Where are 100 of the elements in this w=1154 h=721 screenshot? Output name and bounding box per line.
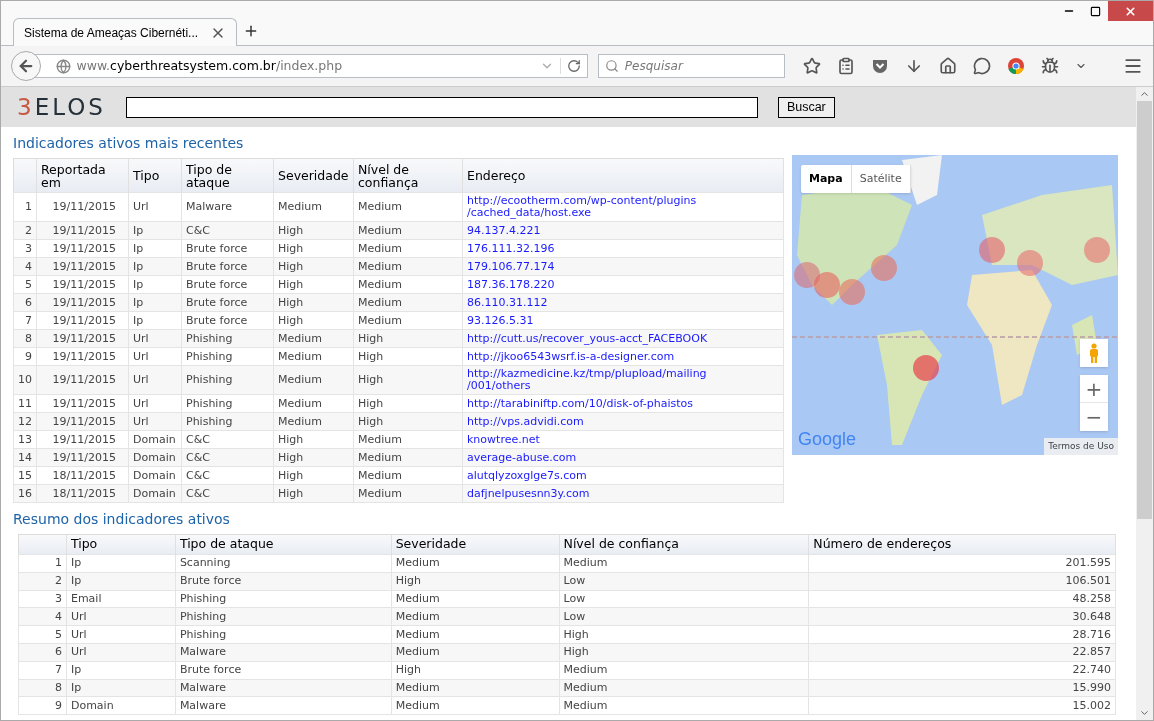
bug-icon[interactable] xyxy=(1041,57,1059,75)
table-cell: Ip xyxy=(66,679,176,697)
table-cell: Url xyxy=(128,394,182,413)
row-number: 4 xyxy=(18,607,67,626)
column-header[interactable]: Severidade xyxy=(391,534,560,555)
address-link[interactable]: average-abuse.com xyxy=(462,448,784,467)
scrollbar[interactable] xyxy=(1136,87,1153,720)
maximize-icon xyxy=(1089,5,1101,17)
table-cell: Ip xyxy=(66,661,176,680)
column-header[interactable]: Tipo xyxy=(66,534,176,555)
column-header[interactable]: Tipo de ataque xyxy=(175,534,392,555)
map-type-tab[interactable]: Satélite xyxy=(851,165,911,193)
browser-tab[interactable]: Sistema de Ameaças Cibernéti... xyxy=(13,18,237,46)
column-header[interactable]: Reportada em xyxy=(36,158,129,193)
table-cell: Ip xyxy=(128,311,182,330)
table-cell: 19/11/2015 xyxy=(36,239,129,258)
address-link[interactable]: 179.106.77.174 xyxy=(462,257,784,276)
table-cell: 22.740 xyxy=(808,661,1116,680)
table-cell: Url xyxy=(128,347,182,366)
logo: 3 ELOS xyxy=(17,95,106,119)
column-header[interactable]: Severidade xyxy=(273,158,354,193)
address-link[interactable]: 176.111.32.196 xyxy=(462,239,784,258)
table-cell: Medium xyxy=(353,192,463,222)
table-cell: Brute force xyxy=(181,257,274,276)
column-header[interactable]: Nível de confiança xyxy=(559,534,809,555)
column-header[interactable]: Endereço xyxy=(462,158,784,193)
table-cell: High xyxy=(273,466,354,485)
row-number: 8 xyxy=(13,329,37,348)
address-link[interactable]: 86.110.31.112 xyxy=(462,293,784,312)
table-cell: Scanning xyxy=(175,554,392,573)
address-bar[interactable]: www.cyberthreatsystem.com.br/index.php xyxy=(34,54,588,78)
table-cell: High xyxy=(353,412,463,431)
row-number: 4 xyxy=(13,257,37,276)
address-link[interactable]: http://jkoo6543wsrf.is-a-designer.com xyxy=(462,347,784,366)
search-button[interactable]: Buscar xyxy=(777,96,835,118)
table-cell: High xyxy=(559,643,809,662)
table-cell: Medium xyxy=(353,448,463,467)
table-cell: High xyxy=(353,365,463,395)
menu-icon[interactable] xyxy=(1123,56,1143,76)
table-cell: Ip xyxy=(128,293,182,312)
new-tab-icon[interactable] xyxy=(243,23,259,39)
zoom-in-button[interactable]: + xyxy=(1080,375,1108,403)
table-cell: 201.595 xyxy=(808,554,1116,573)
home-icon[interactable] xyxy=(939,57,957,75)
reload-icon[interactable] xyxy=(566,59,581,73)
table-cell: 19/11/2015 xyxy=(36,192,129,222)
table-cell: Domain xyxy=(128,448,182,467)
table-cell: Medium xyxy=(391,679,560,697)
table-cell: Ip xyxy=(128,275,182,294)
table-cell: Medium xyxy=(391,643,560,662)
table-cell: High xyxy=(273,221,354,240)
row-number: 11 xyxy=(13,394,37,413)
table-cell: High xyxy=(353,329,463,348)
pocket-icon[interactable] xyxy=(871,57,889,75)
address-link[interactable]: http://kazmedicine.kz/tmp/plupload/mailing /001/others xyxy=(462,365,784,395)
search-input[interactable]: Pesquisar xyxy=(624,57,775,75)
address-link[interactable]: 93.126.5.31 xyxy=(462,311,784,330)
address-link[interactable]: 94.137.4.221 xyxy=(462,221,784,240)
clipboard-list-icon[interactable] xyxy=(837,57,855,75)
download-icon[interactable] xyxy=(905,57,923,75)
address-link[interactable]: knowtree.net xyxy=(462,430,784,449)
search-input[interactable] xyxy=(125,96,758,118)
table-cell: 18/11/2015 xyxy=(36,466,129,485)
map-type-tab[interactable]: Mapa xyxy=(801,165,852,193)
map-panel[interactable]: Mapa Satélite + − Google Termos de Uso xyxy=(792,155,1118,455)
address-link[interactable]: alutqlyzoxglge7s.com xyxy=(462,466,784,485)
browser-logo-icon[interactable] xyxy=(1007,57,1025,75)
table-cell: High xyxy=(353,347,463,366)
table-cell: Phishing xyxy=(181,347,274,366)
zoom-out-button[interactable]: − xyxy=(1080,403,1108,431)
star-icon[interactable] xyxy=(803,57,821,75)
table-cell: Url xyxy=(66,643,176,662)
search-field[interactable]: Pesquisar xyxy=(597,54,785,78)
chat-icon[interactable] xyxy=(973,57,991,75)
column-header[interactable]: Número de endereços xyxy=(808,534,1116,555)
table-cell: 19/11/2015 xyxy=(36,329,129,348)
column-header[interactable]: Tipo de ataque xyxy=(181,158,274,193)
table-cell: Brute force xyxy=(181,311,274,330)
table-cell: 22.857 xyxy=(808,643,1116,662)
table-cell: C&C xyxy=(181,221,274,240)
address-link[interactable]: http://tarabiniftp.com/10/disk-of-phaistos xyxy=(462,394,784,413)
column-header[interactable]: Nível de confiança xyxy=(353,158,463,193)
table-cell: Medium xyxy=(559,696,809,715)
table-cell: Phishing xyxy=(175,625,392,644)
address-link[interactable]: http://cutt.us/recover_yous-acct_FACEBOOK xyxy=(462,329,784,348)
globe-icon[interactable] xyxy=(55,58,71,74)
column-header[interactable]: Tipo xyxy=(128,158,182,193)
address-link[interactable]: http://vps.advidi.com xyxy=(462,412,784,431)
back-button[interactable] xyxy=(11,51,41,81)
address-link[interactable]: http://ecootherm.com/wp-content/plugins /cached_data/host.exe xyxy=(462,192,784,222)
table-cell: Medium xyxy=(391,590,560,608)
table-cell: 19/11/2015 xyxy=(36,412,129,431)
table-cell: Url xyxy=(128,412,182,431)
table-cell: Ip xyxy=(128,257,182,276)
table-cell: Medium xyxy=(353,311,463,330)
table-cell: Medium xyxy=(273,412,354,431)
address-link[interactable]: dafjnelpusesnn3y.com xyxy=(462,484,784,503)
close-icon xyxy=(1124,4,1137,18)
address-link[interactable]: 187.36.178.220 xyxy=(462,275,784,294)
table-cell: Low xyxy=(559,607,809,626)
